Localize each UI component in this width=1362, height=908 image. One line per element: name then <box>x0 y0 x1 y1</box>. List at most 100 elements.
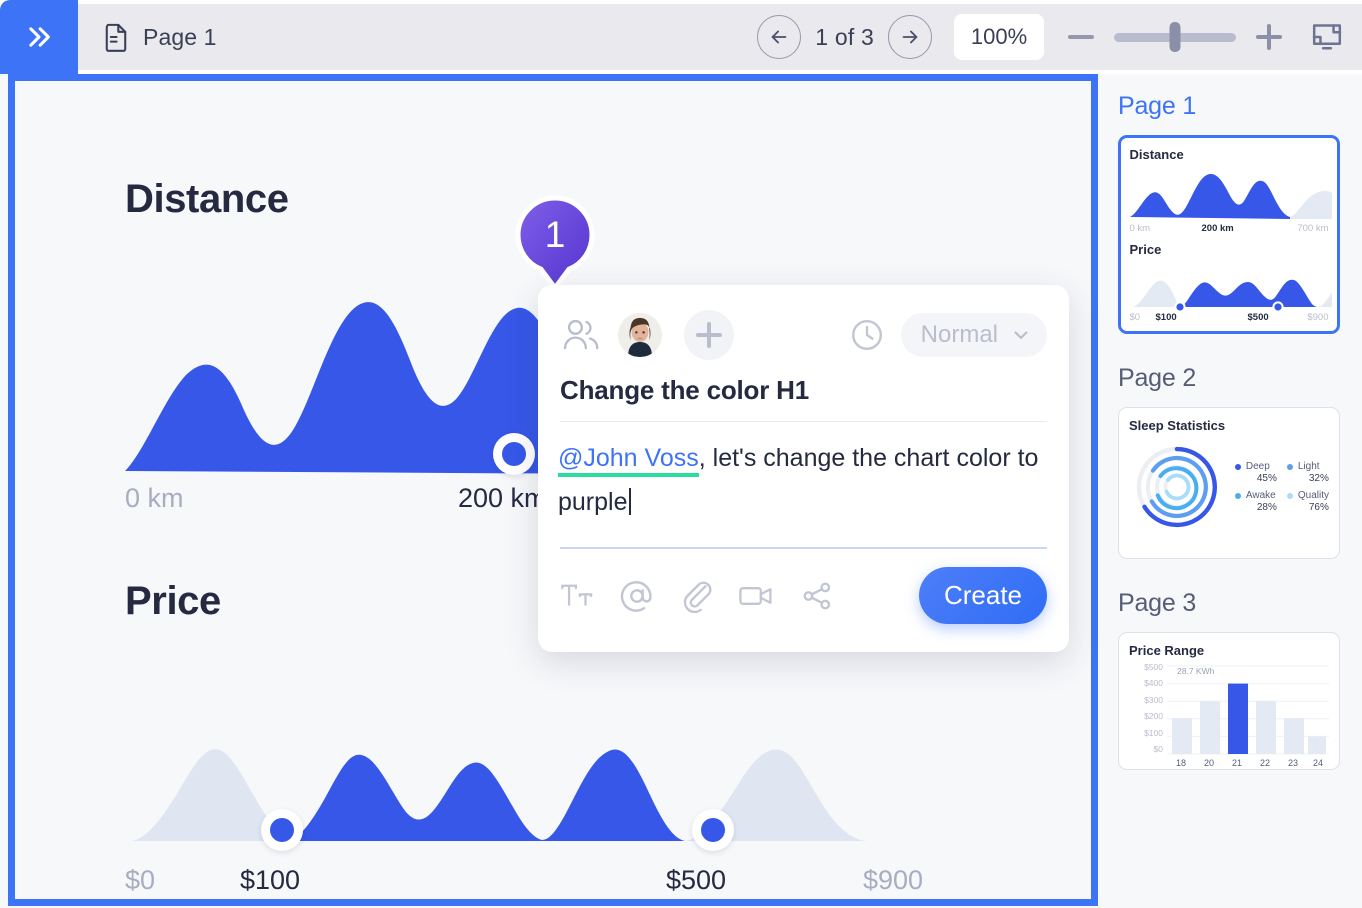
zoom-out-button[interactable] <box>1068 35 1094 39</box>
sidebar-thumbnail-page-3[interactable]: Price Range $500 $400 $300 $200 $100 $0 <box>1118 632 1340 770</box>
thumb3-xtick-3: 22 <box>1259 758 1270 768</box>
price-tick-0: $0 <box>125 865 156 895</box>
thumb3-xtick-1: 20 <box>1203 758 1214 768</box>
thumb1-distance-chart <box>1129 173 1332 219</box>
prev-page-button[interactable] <box>757 15 802 59</box>
pages-sidebar: Page 1 Distance 0 km 200 km 700 km Price <box>1098 74 1362 908</box>
create-button[interactable]: Create <box>919 567 1047 624</box>
thumb1-b-tick-3: $900 <box>1307 311 1329 323</box>
price-area-chart <box>131 749 869 841</box>
thumb3-annotation: 28.7 KWh <box>1177 666 1215 676</box>
double-chevron-right-icon <box>29 27 50 47</box>
thumb3-ytick-1: $400 <box>1144 678 1163 689</box>
thumb1-chart-a-title: Distance <box>1129 146 1184 162</box>
sidebar-expand-button[interactable] <box>0 0 78 74</box>
legend-value: 45% <box>1256 473 1277 484</box>
app-root: Page 1 1 of 3 100% Distance 0 km 200 km … <box>0 0 1362 908</box>
sidebar-page-label-3[interactable]: Page 3 <box>1118 589 1340 618</box>
clock-icon[interactable] <box>849 317 885 353</box>
thumb3-xtick-0: 18 <box>1175 758 1186 768</box>
legend-item: Awake 28% <box>1234 490 1277 513</box>
price-tick-900: $900 <box>863 865 924 895</box>
comment-body-input[interactable]: @John Voss, let's change the chart color… <box>538 422 1069 524</box>
thumb1-price-axis: $0 $100 $500 $900 <box>1130 312 1329 325</box>
thumb3-ytick-5: $0 <box>1153 743 1163 754</box>
mention-john-voss[interactable]: @John Voss <box>558 444 699 477</box>
attachment-paperclip-icon[interactable] <box>680 579 712 613</box>
zoom-slider-group <box>1068 22 1282 52</box>
thumb3-bar-chart: $500 $400 $300 $200 $100 $0 28.7 KWh 18 … <box>1129 662 1329 770</box>
document-icon <box>105 23 127 52</box>
comment-meta-controls: Normal <box>849 313 1047 357</box>
legend-item: Quality 76% <box>1286 490 1329 513</box>
toolbar: Page 1 1 of 3 100% <box>0 0 1362 74</box>
arrow-right-icon <box>902 30 918 44</box>
legend-value: 28% <box>1256 502 1277 513</box>
arrow-left-icon <box>771 30 787 44</box>
avatar[interactable] <box>618 313 662 357</box>
thumb3-ytick-3: $200 <box>1144 711 1163 722</box>
thumb3-xtick-5: 24 <box>1312 758 1323 768</box>
thumb3-xtick-2: 21 <box>1231 758 1242 768</box>
zoom-slider[interactable] <box>1114 22 1236 52</box>
comment-pin-number: 1 <box>544 214 566 255</box>
comment-pin-1[interactable]: 1 <box>515 195 595 299</box>
legend-value: 32% <box>1308 473 1329 484</box>
thumb3-ytick-0: $500 <box>1144 662 1163 672</box>
legend-item: Deep 45% <box>1234 461 1277 484</box>
add-person-button[interactable] <box>684 310 734 360</box>
chevron-down-icon <box>1014 331 1028 339</box>
legend-dot-icon <box>1286 463 1293 470</box>
priority-value: Normal <box>920 321 998 348</box>
share-icon[interactable] <box>800 580 834 612</box>
sidebar-thumbnail-page-1[interactable]: Distance 0 km 200 km 700 km Price $0 $10… <box>1118 135 1340 334</box>
zoom-level-display[interactable]: 100% <box>954 14 1044 60</box>
present-button[interactable] <box>1310 20 1344 54</box>
legend-name: Deep <box>1245 461 1270 472</box>
sidebar-page-label-1[interactable]: Page 1 <box>1118 92 1340 121</box>
legend-item: Light 32% <box>1286 461 1329 484</box>
thumb1-b-tick-2: $500 <box>1247 311 1269 323</box>
thumb2-legend: Deep 45% Light 32% Awake 28% Quality 76% <box>1234 461 1329 513</box>
thumb3-xtick-4: 23 <box>1287 758 1298 768</box>
price-range-handle-start[interactable] <box>261 809 303 851</box>
thumb1-b-tick-1: $100 <box>1155 311 1177 323</box>
handle-dot <box>502 442 526 466</box>
price-tick-500: $500 <box>666 865 727 895</box>
distance-tick-200: 200 km <box>458 483 547 513</box>
legend-dot-icon <box>1234 492 1241 499</box>
document-tab-title: Page 1 <box>143 23 217 50</box>
video-camera-icon[interactable] <box>738 581 774 611</box>
price-selected-area <box>287 749 685 841</box>
legend-name: Light <box>1297 461 1320 472</box>
distance-range-handle-end[interactable] <box>493 433 535 475</box>
zoom-in-button[interactable] <box>1256 24 1282 50</box>
distance-tick-0: 0 km <box>125 483 184 513</box>
thumb1-a-tick-1: 200 km <box>1201 222 1234 234</box>
thumb3-title: Price Range <box>1129 643 1205 658</box>
divider-bottom <box>560 547 1047 549</box>
next-page-button[interactable] <box>888 15 932 59</box>
thumb1-price-chart <box>1131 279 1332 312</box>
page-counter: 1 of 3 <box>815 23 874 50</box>
legend-dot-icon <box>1286 492 1293 499</box>
comment-title[interactable]: Change the color H1 <box>538 375 1069 406</box>
comment-card-header: Normal <box>538 301 1069 369</box>
priority-dropdown[interactable]: Normal <box>900 313 1047 357</box>
handle-dot <box>701 818 725 842</box>
sidebar-thumbnail-page-2[interactable]: Sleep Statistics Deep 45% Light 32% Awak… <box>1118 407 1340 559</box>
legend-name: Quality <box>1297 490 1329 501</box>
thumb1-chart-b-title: Price <box>1129 241 1162 257</box>
comment-composer-card[interactable]: Normal Change the color H1 @John Voss, l… <box>538 285 1069 652</box>
people-icon[interactable] <box>560 314 602 356</box>
thumb2-radial-chart <box>1136 446 1218 528</box>
zoom-slider-thumb[interactable] <box>1169 22 1181 52</box>
comment-toolbar: Create <box>538 567 1069 624</box>
sidebar-page-label-2[interactable]: Page 2 <box>1118 364 1340 393</box>
legend-value: 76% <box>1308 502 1329 513</box>
text-format-icon[interactable] <box>560 581 594 611</box>
mention-at-icon[interactable] <box>620 579 654 613</box>
price-range-handle-end[interactable] <box>692 809 734 851</box>
handle-dot <box>270 818 294 842</box>
thumb1-b-tick-0: $0 <box>1129 311 1141 323</box>
